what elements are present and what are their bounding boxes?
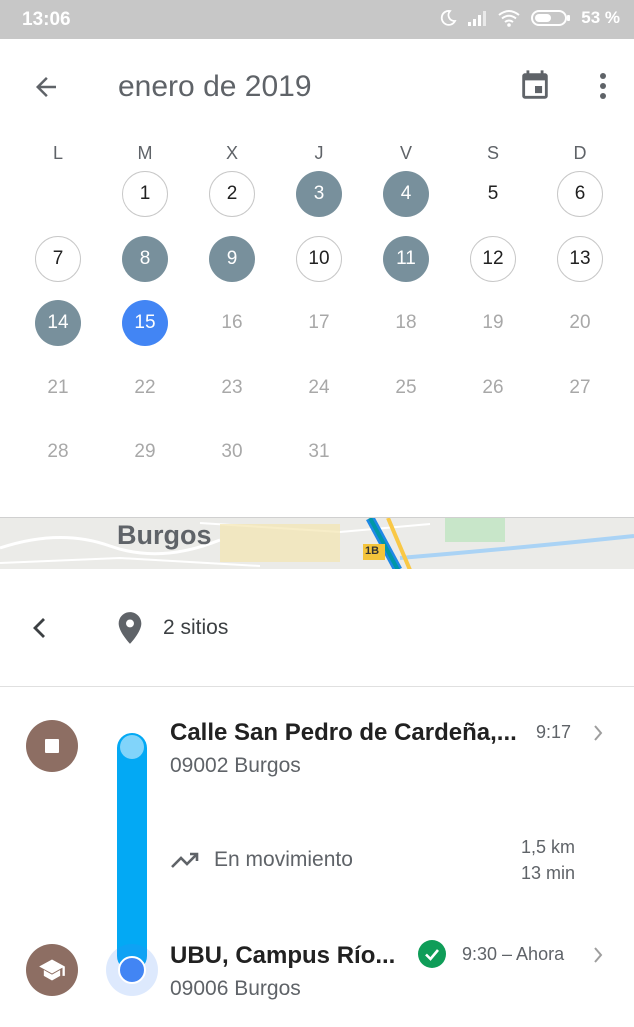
movement-track xyxy=(117,733,147,971)
calendar-day[interactable]: 12 xyxy=(470,236,516,282)
map-background xyxy=(0,518,634,569)
map-city-label: Burgos xyxy=(117,520,212,550)
movement-stats: 1,5 km 13 min xyxy=(480,834,575,886)
map-road-label: 1B xyxy=(365,545,380,557)
place-pin-icon xyxy=(116,611,144,650)
previous-day-button[interactable] xyxy=(24,611,54,645)
calendar-day[interactable]: 1 xyxy=(122,171,168,217)
weekday-header: L M X J V S D xyxy=(14,143,624,173)
calendar-day: 29 xyxy=(134,441,156,462)
places-count: 2 sitios xyxy=(163,616,229,639)
place-title-2[interactable]: UBU, Campus Río... xyxy=(170,942,395,970)
calendar-panel: enero de 2019 L M X J V S D 1 2 3 4 5 6 7 8 9 10 1… xyxy=(0,39,634,517)
weekday-label: V xyxy=(399,143,412,163)
confirmed-check-icon xyxy=(418,940,446,968)
stop-icon xyxy=(45,739,59,753)
day-navigation: 2 sitios xyxy=(0,569,634,687)
calendar-day: 18 xyxy=(395,312,417,333)
calendar-day[interactable]: 2 xyxy=(209,171,255,217)
calendar-day: 24 xyxy=(308,377,330,398)
calendar-day: 28 xyxy=(47,441,69,462)
calendar-day: 26 xyxy=(482,377,504,398)
movement-label: En movimiento xyxy=(214,848,353,871)
place-2-open-button[interactable] xyxy=(590,944,606,966)
status-icons: 53 % xyxy=(439,8,620,28)
weekday-label: D xyxy=(573,143,587,163)
calendar-day: 19 xyxy=(482,312,504,333)
movement-duration: 13 min xyxy=(520,863,575,883)
calendar-day: 27 xyxy=(569,377,591,398)
calendar-day[interactable]: 11 xyxy=(383,236,429,282)
calendar-day: 21 xyxy=(47,377,69,398)
moon-icon xyxy=(439,9,457,27)
place-address-2: 09006 Burgos xyxy=(170,977,301,1000)
today-button[interactable] xyxy=(514,65,556,107)
status-time: 13:06 xyxy=(22,9,71,30)
trending-icon xyxy=(171,852,199,868)
calendar-day[interactable]: 13 xyxy=(557,236,603,282)
weekday-label: X xyxy=(225,143,238,163)
weekday-label: L xyxy=(52,143,63,163)
weekday-label: J xyxy=(314,143,324,163)
signal-icon xyxy=(467,9,487,27)
back-button[interactable] xyxy=(26,67,66,107)
movement-distance: 1,5 km xyxy=(520,837,575,857)
place-icon-2 xyxy=(26,944,78,996)
chevron-right-icon xyxy=(594,725,603,741)
calendar-day: 31 xyxy=(308,441,330,462)
wifi-icon xyxy=(497,9,521,27)
more-options-button[interactable] xyxy=(588,65,618,107)
chevron-right-icon xyxy=(594,947,603,963)
calendar-day[interactable]: 7 xyxy=(35,236,81,282)
calendar-day[interactable]: 10 xyxy=(296,236,342,282)
place-address-1: 09002 Burgos xyxy=(170,754,301,777)
calendar-day: 16 xyxy=(221,312,243,333)
chevron-left-icon xyxy=(33,618,45,638)
battery-percent: 53 % xyxy=(581,8,620,27)
calendar-day: 23 xyxy=(221,377,243,398)
place-title-1[interactable]: Calle San Pedro de Cardeña,... xyxy=(170,719,517,747)
calendar-day: 20 xyxy=(569,312,591,333)
timeline: Calle San Pedro de Cardeña,... 09002 Bur… xyxy=(0,688,634,1027)
calendar-day[interactable]: 3 xyxy=(296,171,342,217)
calendar-day[interactable]: 6 xyxy=(557,171,603,217)
more-vert-icon xyxy=(600,73,606,99)
calendar-header: enero de 2019 xyxy=(0,39,634,134)
calendar-day[interactable]: 4 xyxy=(383,171,429,217)
calendar-day: 17 xyxy=(308,312,330,333)
calendar-day: 25 xyxy=(395,377,417,398)
track-start-dot xyxy=(120,735,144,759)
calendar-day: 30 xyxy=(221,441,243,462)
movement-row[interactable]: En movimiento xyxy=(170,848,353,872)
calendar-day[interactable]: 15 xyxy=(122,300,168,346)
weekday-label: M xyxy=(137,143,153,163)
calendar-day[interactable]: 8 xyxy=(122,236,168,282)
weekday-label: S xyxy=(486,143,499,163)
place-1-open-button[interactable] xyxy=(590,722,606,744)
month-title: enero de 2019 xyxy=(118,70,312,103)
arrow-back-icon xyxy=(36,77,56,97)
calendar-day[interactable]: 5 xyxy=(470,171,516,217)
school-icon xyxy=(39,959,65,981)
map-preview[interactable]: Burgos 1B xyxy=(0,517,634,569)
battery-icon xyxy=(531,9,571,27)
place-time-1: 9:17 xyxy=(536,722,572,742)
place-time-2: 9:30 – Ahora xyxy=(462,944,565,964)
status-bar: 13:06 53 % xyxy=(0,0,634,39)
calendar-day[interactable]: 9 xyxy=(209,236,255,282)
calendar-icon xyxy=(522,70,548,99)
current-location-dot xyxy=(118,956,146,984)
place-icon-1 xyxy=(26,720,78,772)
calendar-day: 22 xyxy=(134,377,156,398)
calendar-day[interactable]: 14 xyxy=(35,300,81,346)
